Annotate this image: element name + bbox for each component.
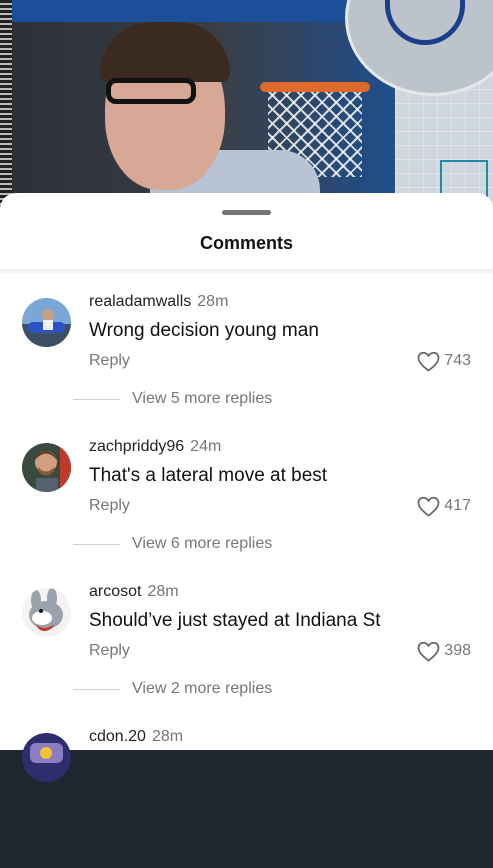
comment-time: 28m <box>147 583 179 600</box>
comment-time: 28m <box>151 728 184 745</box>
avatar[interactable] <box>22 588 71 637</box>
username-text[interactable]: arcosot <box>89 583 141 600</box>
view-more-replies-button[interactable]: View 5 more replies <box>132 390 272 408</box>
replies-divider-line <box>73 399 120 400</box>
sheet-title: Comments <box>199 233 293 253</box>
header-divider <box>0 269 493 273</box>
view-more-replies-button[interactable]: View 2 more replies <box>132 680 272 698</box>
avatar[interactable] <box>22 298 71 347</box>
heart-outline-icon <box>417 351 440 372</box>
comment-username[interactable]: cdon.20 28m <box>89 728 183 746</box>
like-button[interactable]: 417 <box>417 494 471 518</box>
sheet-drag-handle[interactable] <box>222 210 271 215</box>
heart-outline-icon <box>417 496 440 517</box>
heart-outline-icon <box>417 641 440 662</box>
avatar[interactable] <box>22 733 71 782</box>
comment-item: cdon.20 28m <box>0 728 493 868</box>
comment-item: realadamwalls 28m Wrong decision young ma… <box>0 293 493 433</box>
comment-item: arcosot 28m Should’ve just stayed at Indi… <box>0 583 493 723</box>
reply-button[interactable]: Reply <box>89 497 130 515</box>
like-count: 743 <box>444 352 471 369</box>
avatar[interactable] <box>22 443 71 492</box>
comment-text: Wrong decision young man <box>89 320 319 341</box>
comment-username[interactable]: zachpriddy96 24m <box>89 438 221 456</box>
comment-time: 24m <box>190 438 222 455</box>
comment-text: Should’ve just stayed at Indiana St <box>89 610 381 631</box>
like-count: 398 <box>444 642 471 659</box>
replies-divider-line <box>73 689 120 690</box>
comment-username[interactable]: arcosot 28m <box>89 583 179 601</box>
replies-divider-line <box>73 544 120 545</box>
username-text[interactable]: zachpriddy96 <box>89 438 184 455</box>
comment-time: 28m <box>197 293 229 310</box>
reply-button[interactable]: Reply <box>89 642 130 660</box>
like-count: 417 <box>444 497 471 514</box>
reply-button[interactable]: Reply <box>89 352 130 370</box>
comment-username[interactable]: realadamwalls 28m <box>89 293 228 311</box>
view-more-replies-button[interactable]: View 6 more replies <box>132 535 272 553</box>
username-text[interactable]: realadamwalls <box>89 293 191 310</box>
comment-text: That's a lateral move at best <box>89 465 328 486</box>
like-button[interactable]: 743 <box>417 349 471 373</box>
like-button[interactable]: 398 <box>417 639 471 663</box>
comments-sheet: Comments realadamwalls 28m Wrong decision… <box>0 193 493 782</box>
username-text[interactable]: cdon.20 <box>89 728 146 745</box>
comment-item: zachpriddy96 24m That's a lateral move at… <box>0 438 493 578</box>
